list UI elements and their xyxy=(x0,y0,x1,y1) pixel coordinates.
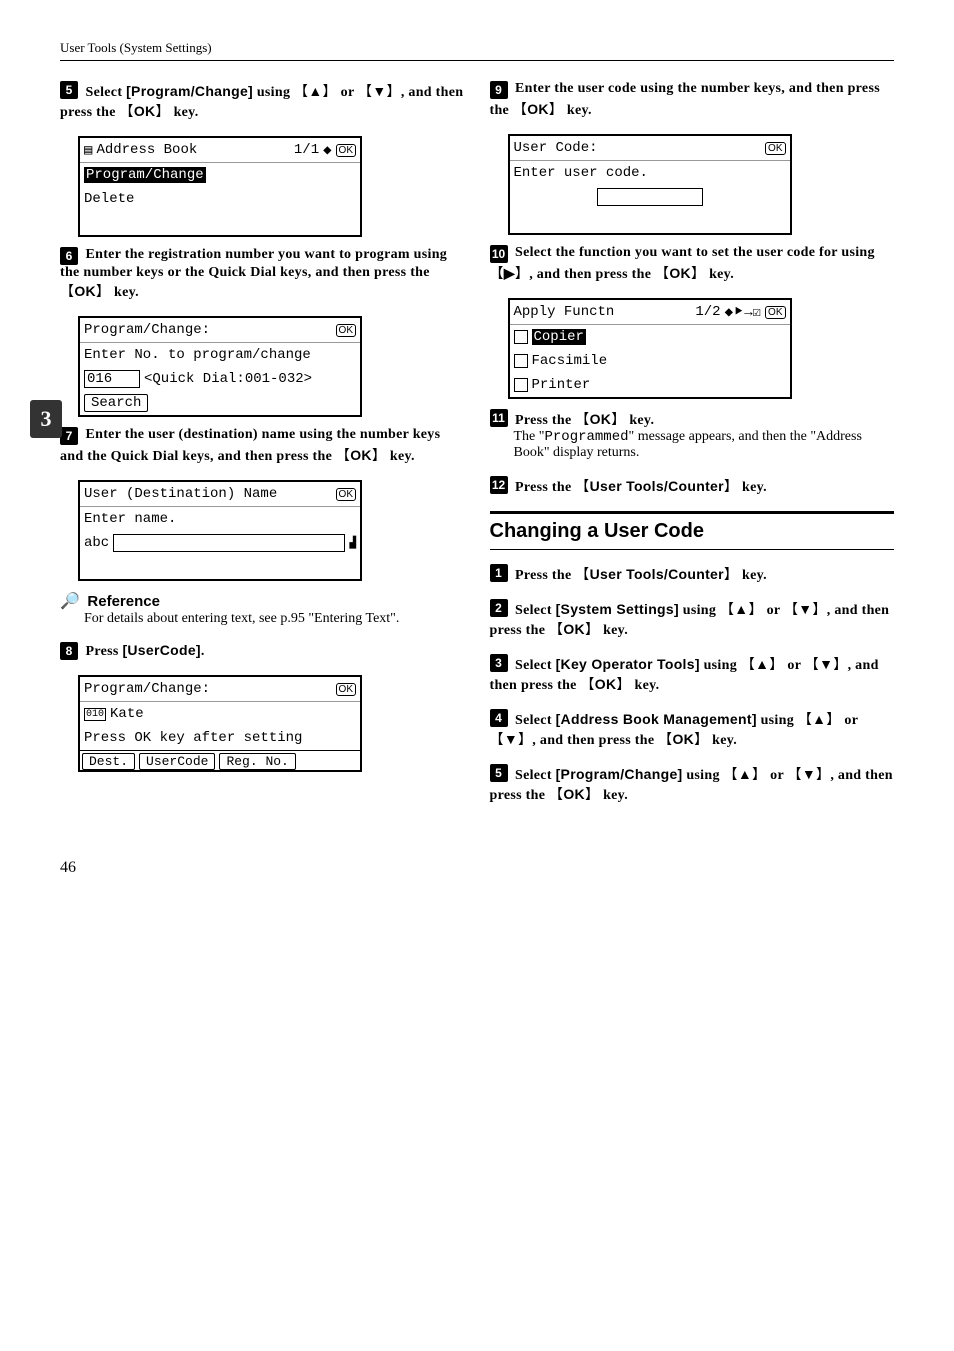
ok-icon: OK xyxy=(336,324,356,337)
lcd-page: 1/2 xyxy=(695,304,720,320)
step-text: Select [Address Book Management] using ▲… xyxy=(490,713,858,748)
ok-icon: OK xyxy=(765,306,785,319)
lcd-item-selected: Copier xyxy=(532,329,586,345)
lcd-program-change-tabs: Program/Change: OK 010 Kate Press OK key… xyxy=(78,675,362,772)
tab-usercode: UserCode xyxy=(139,753,215,770)
step-8: 8 Press [UserCode]. xyxy=(60,642,465,660)
step-number-icon: 9 xyxy=(490,81,508,99)
ok-icon: OK xyxy=(336,144,356,157)
tab-row: Dest. UserCode Reg. No. xyxy=(80,750,360,770)
change-step-3: 3 Select [Key Operator Tools] using ▲ or… xyxy=(490,654,895,694)
step-6: 6 Enter the registration number you want… xyxy=(60,247,465,301)
ok-icon: OK xyxy=(336,488,356,501)
change-step-4: 4 Select [Address Book Management] using… xyxy=(490,709,895,749)
step-text: Select the function you want to set the … xyxy=(490,245,875,282)
step-number-icon: 7 xyxy=(60,427,78,445)
tab-dest: Dest. xyxy=(82,753,135,770)
lcd-title: User Code: xyxy=(514,140,598,156)
step-text: Enter the user code using the number key… xyxy=(490,81,880,118)
step-text: Select [Key Operator Tools] using ▲ or ▼… xyxy=(490,658,879,693)
nav-icons: ◆⯈→☑ xyxy=(725,304,761,321)
step-text: Enter the registration number you want t… xyxy=(60,247,447,300)
checkbox-icon xyxy=(514,330,528,344)
code-input xyxy=(597,188,703,206)
lcd-item: Facsimile xyxy=(532,353,608,369)
ok-icon: OK xyxy=(336,683,356,696)
step-number-icon: 1 xyxy=(490,564,508,582)
lcd-title: Program/Change: xyxy=(84,322,210,338)
number-input: 016 xyxy=(84,370,140,388)
step-text: Select [System Settings] using ▲ or ▼, a… xyxy=(490,603,890,638)
page-number: 46 xyxy=(60,859,894,877)
step-number-icon: 11 xyxy=(490,409,508,427)
lcd-title: Apply Functn xyxy=(514,304,615,320)
step-7: 7 Enter the user (destination) name usin… xyxy=(60,427,465,465)
updown-icon: ◆ xyxy=(323,142,331,159)
lcd-prompt: Press OK key after setting xyxy=(84,730,302,746)
step-text: Press the User Tools/Counter key. xyxy=(515,568,767,583)
step-text: Press [UserCode]. xyxy=(86,644,205,659)
entry-name: Kate xyxy=(110,706,144,722)
step-text: Press the OK key. xyxy=(515,413,654,428)
step-text: Enter the user (destination) name using … xyxy=(60,427,440,464)
lcd-item: Printer xyxy=(532,377,591,393)
lcd-page: 1/1 xyxy=(294,142,319,158)
lcd-prompt: Enter name. xyxy=(84,511,176,527)
lcd-address-book: Address Book 1/1 ◆ OK Program/Change Del… xyxy=(78,136,362,237)
tab-regno: Reg. No. xyxy=(219,753,295,770)
step-text: Select [Program/Change] using ▲ or ▼, an… xyxy=(490,768,893,803)
step-number-icon: 3 xyxy=(490,654,508,672)
checkbox-icon xyxy=(514,378,528,392)
step-10: 10 Select the function you want to set t… xyxy=(490,245,895,283)
step-9: 9 Enter the user code using the number k… xyxy=(490,81,895,119)
left-column: 5 Select [Program/Change] using ▲ or ▼, … xyxy=(60,81,465,819)
step-number-icon: 2 xyxy=(490,599,508,617)
list-icon xyxy=(84,142,92,159)
step-5: 5 Select [Program/Change] using ▲ or ▼, … xyxy=(60,81,465,121)
lcd-program-change: Program/Change: OK Enter No. to program/… xyxy=(78,316,362,417)
input-mode: abc xyxy=(84,535,109,551)
chapter-tab: 3 xyxy=(30,400,62,438)
change-step-1: 1 Press the User Tools/Counter key. xyxy=(490,564,895,584)
reference-icon: 🔎 xyxy=(60,593,80,610)
cursor-icon: ▟ xyxy=(349,536,356,550)
lcd-title: User (Destination) Name xyxy=(84,486,277,502)
range-label: <Quick Dial:001-032> xyxy=(144,371,312,387)
change-step-2: 2 Select [System Settings] using ▲ or ▼,… xyxy=(490,599,895,639)
page-header: User Tools (System Settings) xyxy=(60,40,894,61)
step-11: 11 Press the OK key. The "Programmed" me… xyxy=(490,409,895,461)
lcd-user-name: User (Destination) Name OK Enter name. a… xyxy=(78,480,362,581)
lcd-title: Address Book xyxy=(96,142,197,158)
checkbox-icon xyxy=(514,354,528,368)
text-input xyxy=(113,534,345,552)
step-body: The "Programmed" message appears, and th… xyxy=(514,429,895,461)
step-number-icon: 12 xyxy=(490,476,508,494)
step-number-icon: 4 xyxy=(490,709,508,727)
change-step-5: 5 Select [Program/Change] using ▲ or ▼, … xyxy=(490,764,895,804)
lcd-user-code: User Code: OK Enter user code. xyxy=(508,134,792,235)
section-heading: Changing a User Code xyxy=(490,511,895,550)
step-number-icon: 5 xyxy=(490,764,508,782)
lcd-item: Delete xyxy=(84,191,134,207)
step-text: Select [Program/Change] using ▲ or ▼, an… xyxy=(60,85,463,120)
page-content: 5 Select [Program/Change] using ▲ or ▼, … xyxy=(60,81,894,819)
right-column: 9 Enter the user code using the number k… xyxy=(490,81,895,819)
lcd-prompt: Enter No. to program/change xyxy=(84,347,311,363)
lcd-apply-function: Apply Functn 1/2 ◆⯈→☑ OK Copier Facsimil… xyxy=(508,298,792,399)
step-number-icon: 8 xyxy=(60,642,78,660)
reference-body: For details about entering text, see p.9… xyxy=(84,611,465,627)
reference-title: Reference xyxy=(87,593,160,610)
lcd-title: Program/Change: xyxy=(84,681,210,697)
ok-icon: OK xyxy=(765,142,785,155)
search-button: Search xyxy=(84,394,148,412)
reference-section: 🔎 Reference For details about entering t… xyxy=(60,591,465,627)
step-text: Press the User Tools/Counter key. xyxy=(515,480,767,495)
step-12: 12 Press the User Tools/Counter key. xyxy=(490,476,895,496)
step-number-icon: 5 xyxy=(60,81,78,99)
step-number-icon: 6 xyxy=(60,247,78,265)
lcd-prompt: Enter user code. xyxy=(514,165,648,181)
step-number-icon: 10 xyxy=(490,245,508,263)
entry-num: 010 xyxy=(84,708,106,721)
lcd-item-selected: Program/Change xyxy=(84,167,206,183)
